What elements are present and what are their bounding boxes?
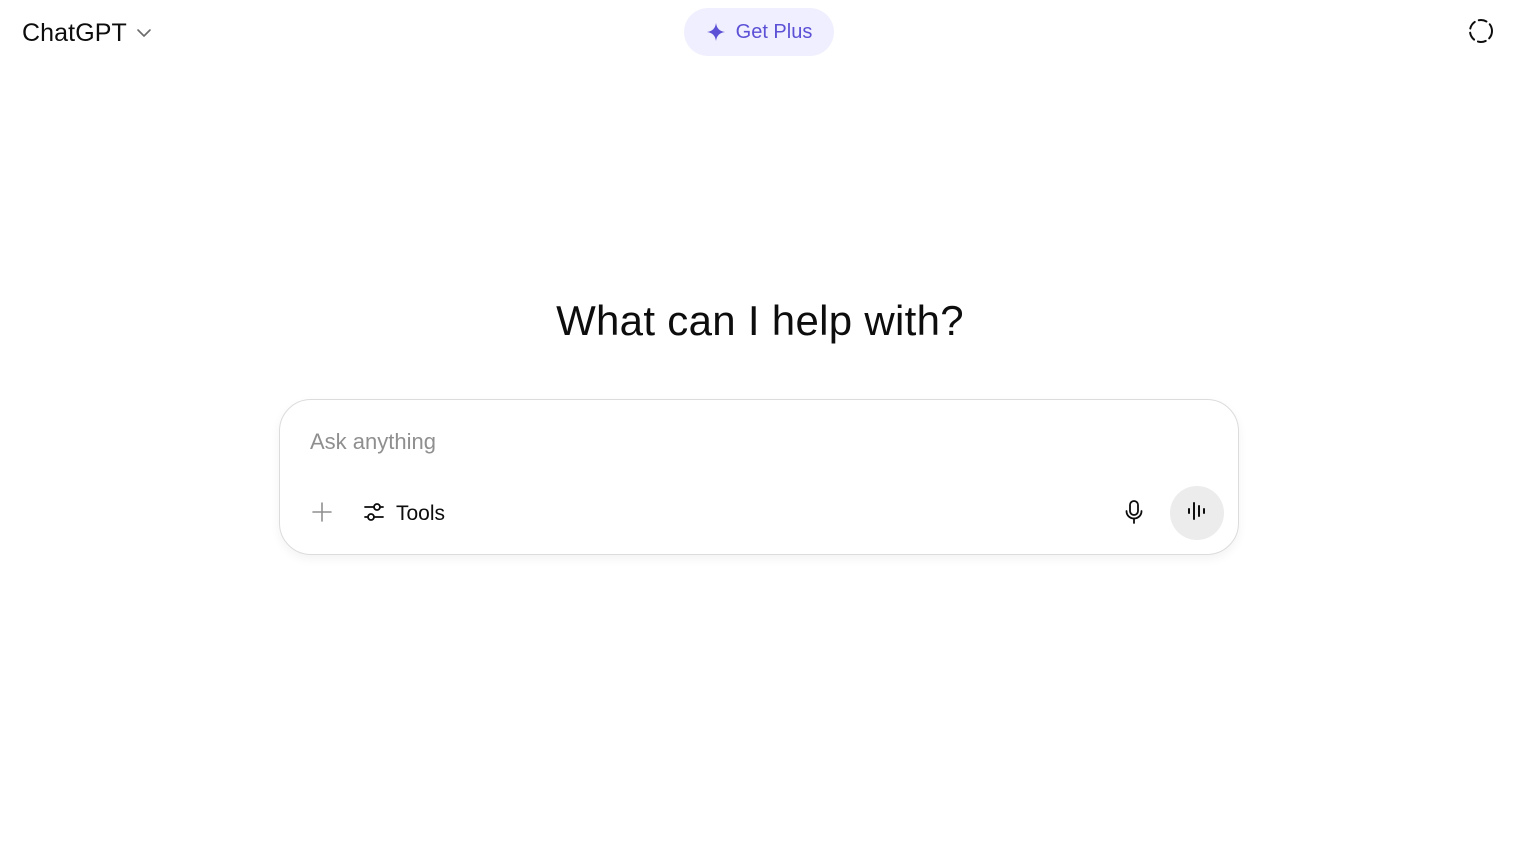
dictate-button[interactable] (1114, 494, 1154, 534)
microphone-icon (1122, 499, 1146, 530)
temporary-chat-icon (1467, 17, 1495, 50)
composer: Tools (279, 399, 1239, 555)
prompt-input[interactable] (310, 422, 1190, 462)
chevron-down-icon (135, 24, 153, 42)
chatgpt-home: ChatGPT Get Plus What can I help with? A… (0, 0, 1520, 857)
add-attachment-button[interactable] (302, 494, 342, 534)
page-title: What can I help with? (556, 297, 964, 344)
voice-mode-button[interactable] (1170, 486, 1224, 540)
sparkle-icon (706, 22, 726, 42)
temporary-chat-button[interactable] (1460, 12, 1502, 54)
get-plus-label: Get Plus (735, 20, 813, 43)
plus-icon (310, 500, 334, 529)
sliders-icon (362, 500, 386, 529)
model-switcher[interactable]: ChatGPT (12, 12, 163, 54)
model-name: ChatGPT (22, 18, 127, 47)
get-plus-button[interactable]: Get Plus (684, 8, 834, 56)
voice-waveform-icon (1185, 499, 1209, 528)
tools-button[interactable]: Tools (354, 494, 453, 534)
tools-label: Tools (396, 502, 446, 525)
